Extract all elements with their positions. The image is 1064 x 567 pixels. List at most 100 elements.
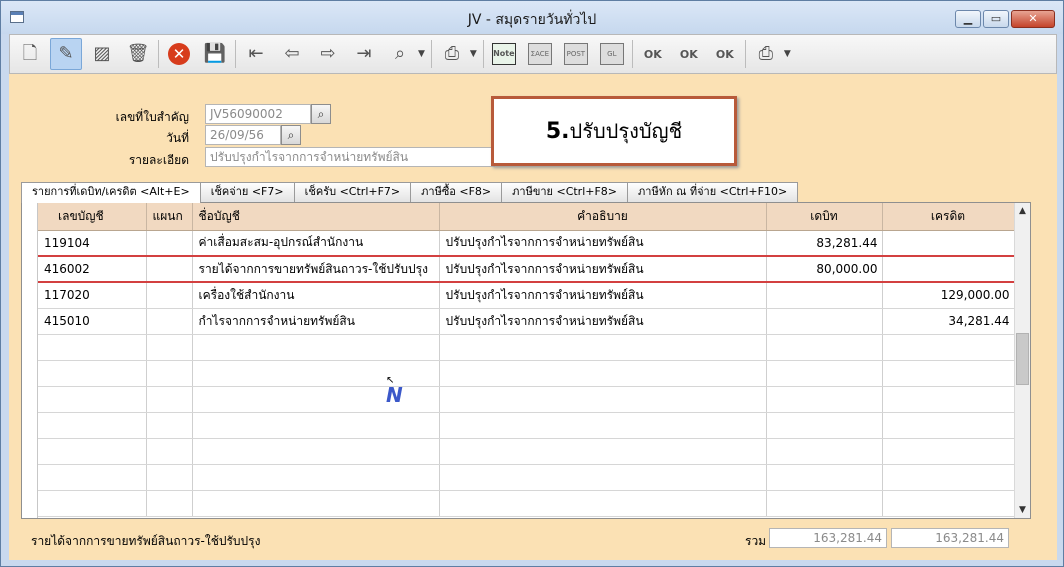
empty-row[interactable] xyxy=(38,386,1015,413)
annotation-text: ปรับปรุงบัญชี xyxy=(569,119,683,143)
window-title: JV - สมุดรายวันทั่วไป xyxy=(467,12,597,28)
account-name-cell[interactable]: กำไรจากการจำหน่ายทรัพย์สิน xyxy=(192,308,440,335)
find-icon[interactable]: ⌕ xyxy=(384,38,416,70)
debit-cell[interactable] xyxy=(766,282,883,309)
app-window: JV - สมุดรายวันทั่วไป ▁ ▭ ✕ 🗋 ✎ ▨ 🗑 ✕ 💾 … xyxy=(0,0,1064,567)
empty-row[interactable] xyxy=(38,412,1015,439)
window-controls: ▁ ▭ ✕ xyxy=(955,10,1055,28)
account-no-cell[interactable]: 416002 xyxy=(38,255,147,283)
toolbar-separator xyxy=(631,40,633,68)
scroll-down-icon[interactable]: ▼ xyxy=(1015,502,1030,518)
save-icon[interactable]: 💾 xyxy=(199,38,231,70)
debit-cell[interactable]: 80,000.00 xyxy=(766,255,883,283)
account-name-cell[interactable]: ค่าเสื่อมสะสม-อุปกรณ์สำนักงาน xyxy=(192,230,440,257)
last-icon[interactable]: ⇥ xyxy=(348,38,380,70)
note-icon[interactable]: Note xyxy=(488,38,520,70)
row-header-column xyxy=(22,203,38,518)
detail-field[interactable]: ปรับปรุงกำไรจากการจำหน่ายทรัพย์สิน xyxy=(205,147,495,167)
account-no-cell[interactable]: 415010 xyxy=(38,308,147,335)
credit-cell[interactable]: 129,000.00 xyxy=(882,282,1015,309)
copy-icon[interactable]: ▨ xyxy=(86,38,118,70)
table-header-row: เลขบัญชี แผนก ชื่อบัญชี คำอธิบาย เดบิท เ… xyxy=(38,203,1015,231)
toolbar-separator xyxy=(482,40,484,68)
description-cell[interactable]: ปรับปรุงกำไรจากการจำหน่ายทรัพย์สิน xyxy=(439,308,767,335)
print-options-icon[interactable]: ⎙ xyxy=(750,38,782,70)
credit-cell[interactable]: 34,281.44 xyxy=(882,308,1015,335)
credit-cell[interactable] xyxy=(882,230,1015,257)
scroll-thumb[interactable] xyxy=(1016,333,1029,385)
first-icon[interactable]: ⇤ xyxy=(240,38,272,70)
total-debit-field: 163,281.44 xyxy=(769,528,887,548)
table-row[interactable]: 117020 เครื่องใช้สำนักงาน ปรับปรุงกำไรจา… xyxy=(38,282,1015,309)
doc-no-search-icon[interactable]: ⌕ xyxy=(311,104,331,124)
col-account-no[interactable]: เลขบัญชี xyxy=(38,203,147,231)
table-row-selected[interactable]: 416002 รายได้จากการขายทรัพย์สินถาวร-ใช้ป… xyxy=(38,255,1015,283)
cancel-icon[interactable]: ✕ xyxy=(163,38,195,70)
doc-no-field[interactable]: JV56090002 xyxy=(205,104,311,124)
tab-purchase-tax[interactable]: ภาษีซื้อ <F8> xyxy=(410,182,503,202)
toolbar-separator xyxy=(744,40,746,68)
tab-debit-credit[interactable]: รายการที่เดบิท/เครดิต <Alt+E> xyxy=(21,182,201,203)
ok-stamp-icon[interactable]: OK xyxy=(637,38,669,70)
detail-label: รายละเอียด xyxy=(128,153,189,167)
edit-icon[interactable]: ✎ xyxy=(50,38,82,70)
form-area: เลขที่ใบสำคัญ JV56090002 ⌕ วันที่ 26/09/… xyxy=(9,74,1057,560)
maximize-button[interactable]: ▭ xyxy=(983,10,1009,28)
dept-cell[interactable] xyxy=(146,255,193,283)
find-dropdown-icon[interactable]: ▼ xyxy=(418,49,425,59)
next-icon[interactable]: ⇨ xyxy=(312,38,344,70)
tab-cheque-pay[interactable]: เช็คจ่าย <F7> xyxy=(199,182,295,202)
description-cell[interactable]: ปรับปรุงกำไรจากการจำหน่ายทรัพย์สิน xyxy=(439,230,767,257)
entries-table: เลขบัญชี แผนก ชื่อบัญชี คำอธิบาย เดบิท เ… xyxy=(38,203,1015,517)
toolbar-separator xyxy=(158,40,159,68)
tab-withholding-tax[interactable]: ภาษีหัก ณ ที่จ่าย <Ctrl+F10> xyxy=(627,182,799,202)
dept-cell[interactable] xyxy=(146,230,193,257)
account-no-cell[interactable]: 117020 xyxy=(38,282,147,309)
prev-icon[interactable]: ⇦ xyxy=(276,38,308,70)
table-row[interactable]: 415010 กำไรจากการจำหน่ายทรัพย์สิน ปรับปร… xyxy=(38,308,1015,335)
ok-doc-icon[interactable]: OK xyxy=(709,38,741,70)
empty-row[interactable] xyxy=(38,360,1015,387)
vertical-scrollbar[interactable]: ▲ ▼ xyxy=(1014,203,1030,518)
post-icon[interactable]: POST xyxy=(560,38,592,70)
dept-cell[interactable] xyxy=(146,308,193,335)
dept-cell[interactable] xyxy=(146,282,193,309)
print-dropdown-icon[interactable]: ▼ xyxy=(470,49,477,59)
account-no-cell[interactable]: 119104 xyxy=(38,230,147,257)
toolbar-separator xyxy=(430,40,432,68)
date-field[interactable]: 26/09/56 xyxy=(205,125,281,145)
debit-cell[interactable]: 83,281.44 xyxy=(766,230,883,257)
close-button[interactable]: ✕ xyxy=(1011,10,1055,28)
print-icon[interactable]: ⎙ xyxy=(436,38,468,70)
credit-cell[interactable] xyxy=(882,255,1015,283)
minimize-button[interactable]: ▁ xyxy=(955,10,981,28)
account-name-cell[interactable]: รายได้จากการขายทรัพย์สินถาวร-ใช้ปรับปรุง xyxy=(192,255,440,283)
print-options-dropdown-icon[interactable]: ▼ xyxy=(784,49,791,59)
delete-icon[interactable]: 🗑 xyxy=(122,38,154,70)
col-debit[interactable]: เดบิท xyxy=(766,203,883,231)
debit-cell[interactable] xyxy=(766,308,883,335)
gl-icon[interactable]: GL xyxy=(596,38,628,70)
col-dept[interactable]: แผนก xyxy=(146,203,193,231)
col-account-name[interactable]: ชื่อบัญชี xyxy=(192,203,440,231)
description-cell[interactable]: ปรับปรุงกำไรจากการจำหน่ายทรัพย์สิน xyxy=(439,255,767,283)
tab-cheque-receive[interactable]: เช็ครับ <Ctrl+F7> xyxy=(293,182,412,202)
toolbar-separator xyxy=(235,40,236,68)
account-name-cell[interactable]: เครื่องใช้สำนักงาน xyxy=(192,282,440,309)
toolbar: 🗋 ✎ ▨ 🗑 ✕ 💾 ⇤ ⇦ ⇨ ⇥ ⌕ ▼ ⎙ ▼ Note ΣACE PO… xyxy=(9,34,1057,74)
empty-row[interactable] xyxy=(38,464,1015,491)
col-credit[interactable]: เครดิต xyxy=(882,203,1015,231)
empty-row[interactable] xyxy=(38,334,1015,361)
date-picker-icon[interactable]: ⌕ xyxy=(281,125,301,145)
new-icon[interactable]: 🗋 xyxy=(14,38,46,70)
trace-icon[interactable]: ΣACE xyxy=(524,38,556,70)
table-row[interactable]: 119104 ค่าเสื่อมสะสม-อุปกรณ์สำนักงาน ปรั… xyxy=(38,230,1015,257)
description-cell[interactable]: ปรับปรุงกำไรจากการจำหน่ายทรัพย์สิน xyxy=(439,282,767,309)
col-description[interactable]: คำอธิบาย xyxy=(439,203,767,231)
empty-row[interactable] xyxy=(38,438,1015,465)
scroll-up-icon[interactable]: ▲ xyxy=(1015,203,1030,219)
total-credit-field: 163,281.44 xyxy=(891,528,1009,548)
ok-edit-icon[interactable]: OK xyxy=(673,38,705,70)
empty-row[interactable] xyxy=(38,490,1015,517)
tab-sales-tax[interactable]: ภาษีขาย <Ctrl+F8> xyxy=(501,182,629,202)
